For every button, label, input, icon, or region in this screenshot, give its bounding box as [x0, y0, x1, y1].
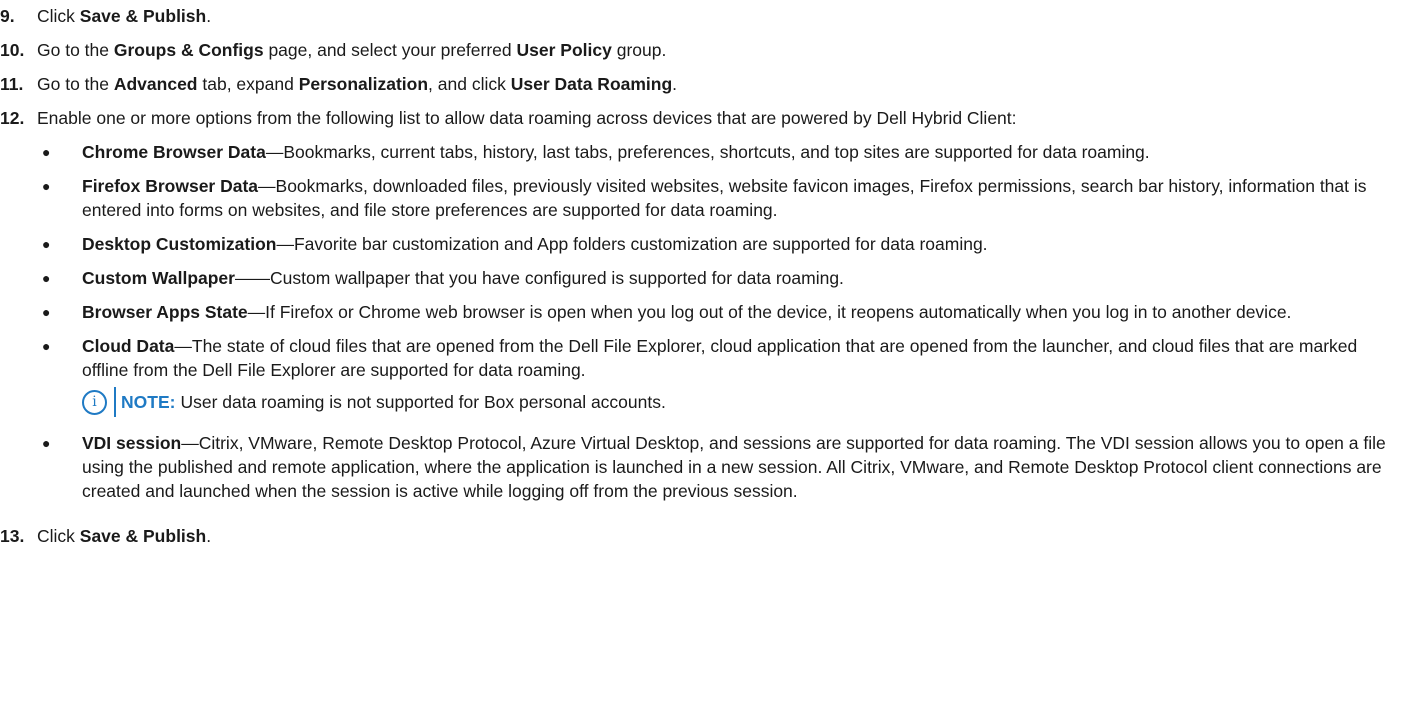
- list-item: ● Custom Wallpaper——Custom wallpaper tha…: [42, 266, 1407, 290]
- list-item: ● VDI session—Citrix, VMware, Remote Des…: [42, 431, 1407, 503]
- option-desc: —Favorite bar customization and App fold…: [276, 234, 988, 254]
- step-text: Go to the: [37, 40, 114, 60]
- ui-term: User Policy: [516, 40, 612, 60]
- ui-term: Personalization: [298, 74, 429, 94]
- step-11: 11. Go to the Advanced tab, expand Perso…: [0, 72, 1407, 96]
- step-number: 12.: [0, 108, 25, 128]
- note-divider: [114, 387, 116, 417]
- step-text: page, and select your preferred: [263, 40, 517, 60]
- ui-term: Save & Publish: [79, 526, 207, 546]
- option-desc: —Citrix, VMware, Remote Desktop Protocol…: [82, 433, 1386, 501]
- option-term: VDI session: [82, 433, 182, 453]
- step-number: 10.: [0, 40, 25, 60]
- bullet-icon: ●: [42, 144, 51, 160]
- option-term: Firefox Browser Data: [82, 176, 259, 196]
- ui-term: User Data Roaming: [510, 74, 673, 94]
- step-number: 13.: [0, 526, 25, 546]
- step-text: Enable one or more options from the foll…: [37, 108, 1017, 128]
- note-text: User data roaming is not supported for B…: [180, 392, 666, 412]
- bullet-icon: ●: [42, 338, 51, 354]
- step-text: .: [206, 526, 212, 546]
- option-term: Chrome Browser Data: [82, 142, 266, 162]
- step-text: group.: [611, 40, 667, 60]
- option-term: Cloud Data: [82, 336, 175, 356]
- step-text: .: [672, 74, 678, 94]
- note-label: NOTE:: [121, 392, 176, 412]
- bullet-icon: ●: [42, 304, 51, 320]
- step-number: 9.: [0, 6, 15, 26]
- list-item: ● Chrome Browser Data—Bookmarks, current…: [42, 140, 1407, 164]
- list-item: ● Browser Apps State—If Firefox or Chrom…: [42, 300, 1407, 324]
- option-desc: —The state of cloud files that are opene…: [82, 336, 1358, 380]
- option-term: Desktop Customization: [82, 234, 277, 254]
- ui-term: Advanced: [113, 74, 198, 94]
- step-text: Click: [37, 6, 80, 26]
- list-item: ● Cloud Data—The state of cloud files th…: [42, 334, 1407, 417]
- step-9: 9. Click Save & Publish.: [0, 4, 1407, 28]
- step-text: .: [206, 6, 212, 26]
- bullet-icon: ●: [42, 236, 51, 252]
- document-body: 9. Click Save & Publish. 10. Go to the G…: [0, 0, 1407, 548]
- ui-term: Groups & Configs: [113, 40, 264, 60]
- ui-term: Save & Publish: [79, 6, 207, 26]
- step-12: 12. Enable one or more options from the …: [0, 106, 1407, 130]
- option-term: Custom Wallpaper: [82, 268, 235, 288]
- option-desc: —If Firefox or Chrome web browser is ope…: [247, 302, 1292, 322]
- option-desc: —Bookmarks, downloaded files, previously…: [82, 176, 1367, 220]
- bullet-icon: ●: [42, 270, 51, 286]
- list-item: ● Firefox Browser Data—Bookmarks, downlo…: [42, 174, 1407, 222]
- step-text: , and click: [428, 74, 511, 94]
- step-text: Click: [37, 526, 80, 546]
- info-icon: i: [82, 390, 107, 415]
- step-text: tab, expand: [197, 74, 299, 94]
- step-text: Go to the: [37, 74, 114, 94]
- bullet-icon: ●: [42, 435, 51, 451]
- step-10: 10. Go to the Groups & Configs page, and…: [0, 38, 1407, 62]
- option-term: Browser Apps State: [82, 302, 248, 322]
- roaming-options-list: ● Chrome Browser Data—Bookmarks, current…: [0, 140, 1407, 503]
- note-callout: i NOTE: User data roaming is not supporte…: [82, 387, 1407, 417]
- step-13: 13. Click Save & Publish.: [0, 524, 1407, 548]
- list-item: ● Desktop Customization—Favorite bar cus…: [42, 232, 1407, 256]
- option-desc: —Bookmarks, current tabs, history, last …: [265, 142, 1150, 162]
- bullet-icon: ●: [42, 178, 51, 194]
- option-desc: ——Custom wallpaper that you have configu…: [234, 268, 844, 288]
- step-number: 11.: [0, 74, 24, 94]
